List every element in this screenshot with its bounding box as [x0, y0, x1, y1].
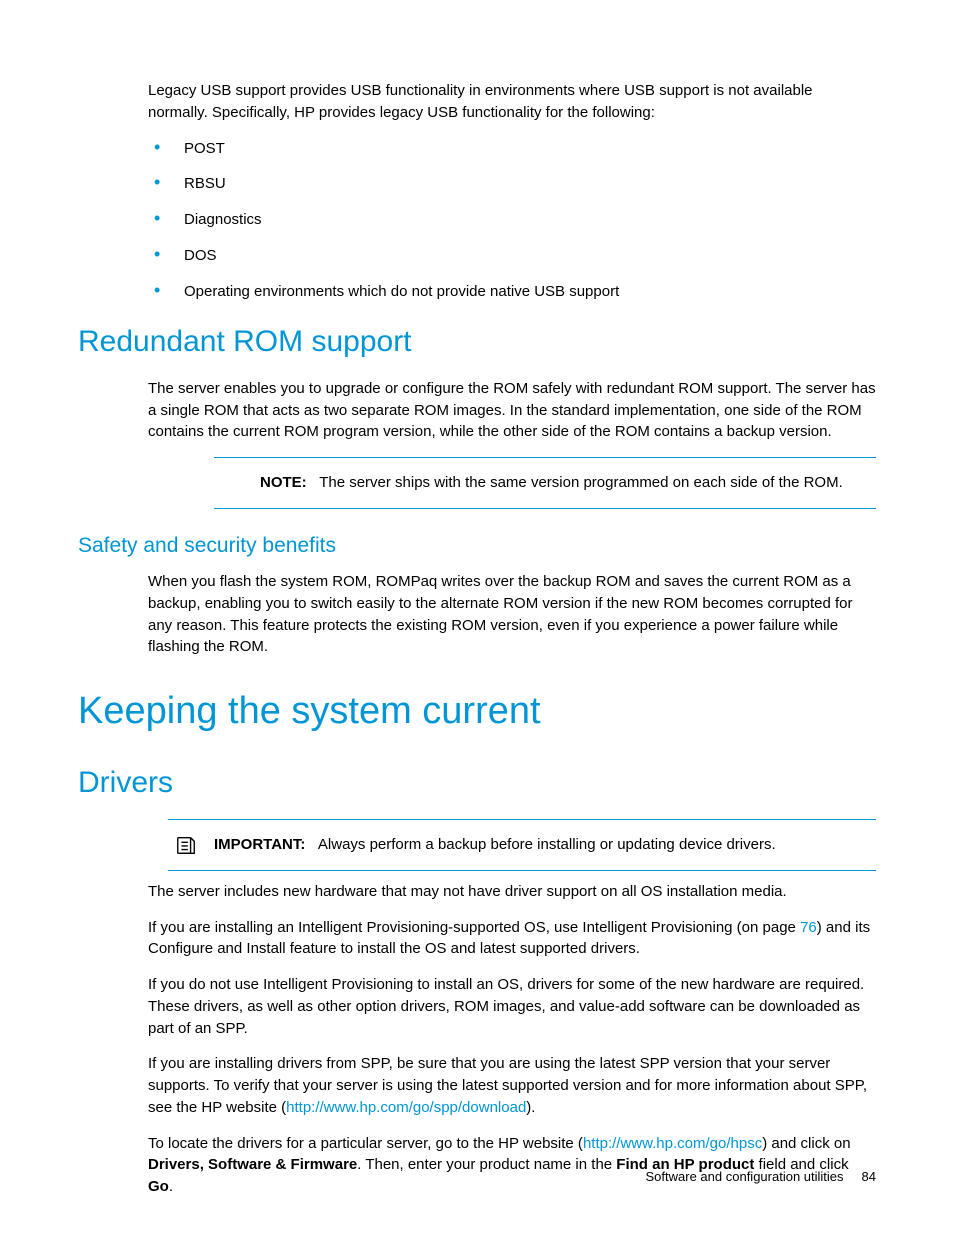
important-icon	[172, 834, 200, 856]
list-item: DOS	[148, 245, 876, 267]
list-item: Operating environments which do not prov…	[148, 281, 876, 303]
text-span: ).	[526, 1099, 535, 1116]
note-body	[311, 474, 319, 491]
drivers-p1: The server includes new hardware that ma…	[148, 881, 876, 903]
text-span: To locate the drivers for a particular s…	[148, 1135, 583, 1152]
note-body-text: The server ships with the same version p…	[319, 474, 843, 491]
list-item: POST	[148, 138, 876, 160]
page-ref-link[interactable]: 76	[800, 919, 817, 936]
heading-keeping-current: Keeping the system current	[78, 684, 876, 739]
redundant-rom-paragraph: The server enables you to upgrade or con…	[148, 378, 876, 443]
drivers-p3: If you do not use Intelligent Provisioni…	[148, 974, 876, 1039]
drivers-p2: If you are installing an Intelligent Pro…	[148, 917, 876, 961]
note-callout: NOTE: The server ships with the same ver…	[214, 457, 876, 509]
important-body: Always perform a backup before installin…	[318, 836, 776, 853]
heading-safety: Safety and security benefits	[78, 531, 876, 561]
page-footer: Software and configuration utilities 84	[646, 1168, 876, 1187]
list-item: RBSU	[148, 173, 876, 195]
drivers-p5: To locate the drivers for a particular s…	[148, 1133, 876, 1198]
footer-page-number: 84	[862, 1168, 876, 1187]
important-label: IMPORTANT:	[214, 836, 305, 853]
important-callout: IMPORTANT: Always perform a backup befor…	[168, 819, 876, 871]
footer-section-label: Software and configuration utilities	[646, 1168, 844, 1187]
list-item: Diagnostics	[148, 209, 876, 231]
intro-bullet-list: POST RBSU Diagnostics DOS Operating envi…	[148, 138, 876, 303]
hpsc-link[interactable]: http://www.hp.com/go/hpsc	[583, 1135, 762, 1152]
text-span: If you are installing an Intelligent Pro…	[148, 919, 800, 936]
text-span: . Then, enter your product name in the	[357, 1156, 616, 1173]
bold-text: Go	[148, 1178, 169, 1195]
important-spacer	[310, 836, 318, 853]
safety-paragraph: When you flash the system ROM, ROMPaq wr…	[148, 571, 876, 658]
heading-drivers: Drivers	[78, 761, 876, 805]
bold-text: Drivers, Software & Firmware	[148, 1156, 357, 1173]
text-span: ) and click on	[762, 1135, 850, 1152]
important-text: IMPORTANT: Always perform a backup befor…	[214, 834, 872, 856]
note-text: NOTE: The server ships with the same ver…	[260, 472, 872, 494]
spp-download-link[interactable]: http://www.hp.com/go/spp/download	[286, 1099, 526, 1116]
note-label: NOTE:	[260, 474, 307, 491]
text-span: .	[169, 1178, 173, 1195]
drivers-p4: If you are installing drivers from SPP, …	[148, 1053, 876, 1118]
intro-paragraph: Legacy USB support provides USB function…	[148, 80, 876, 124]
heading-redundant-rom: Redundant ROM support	[78, 320, 876, 364]
